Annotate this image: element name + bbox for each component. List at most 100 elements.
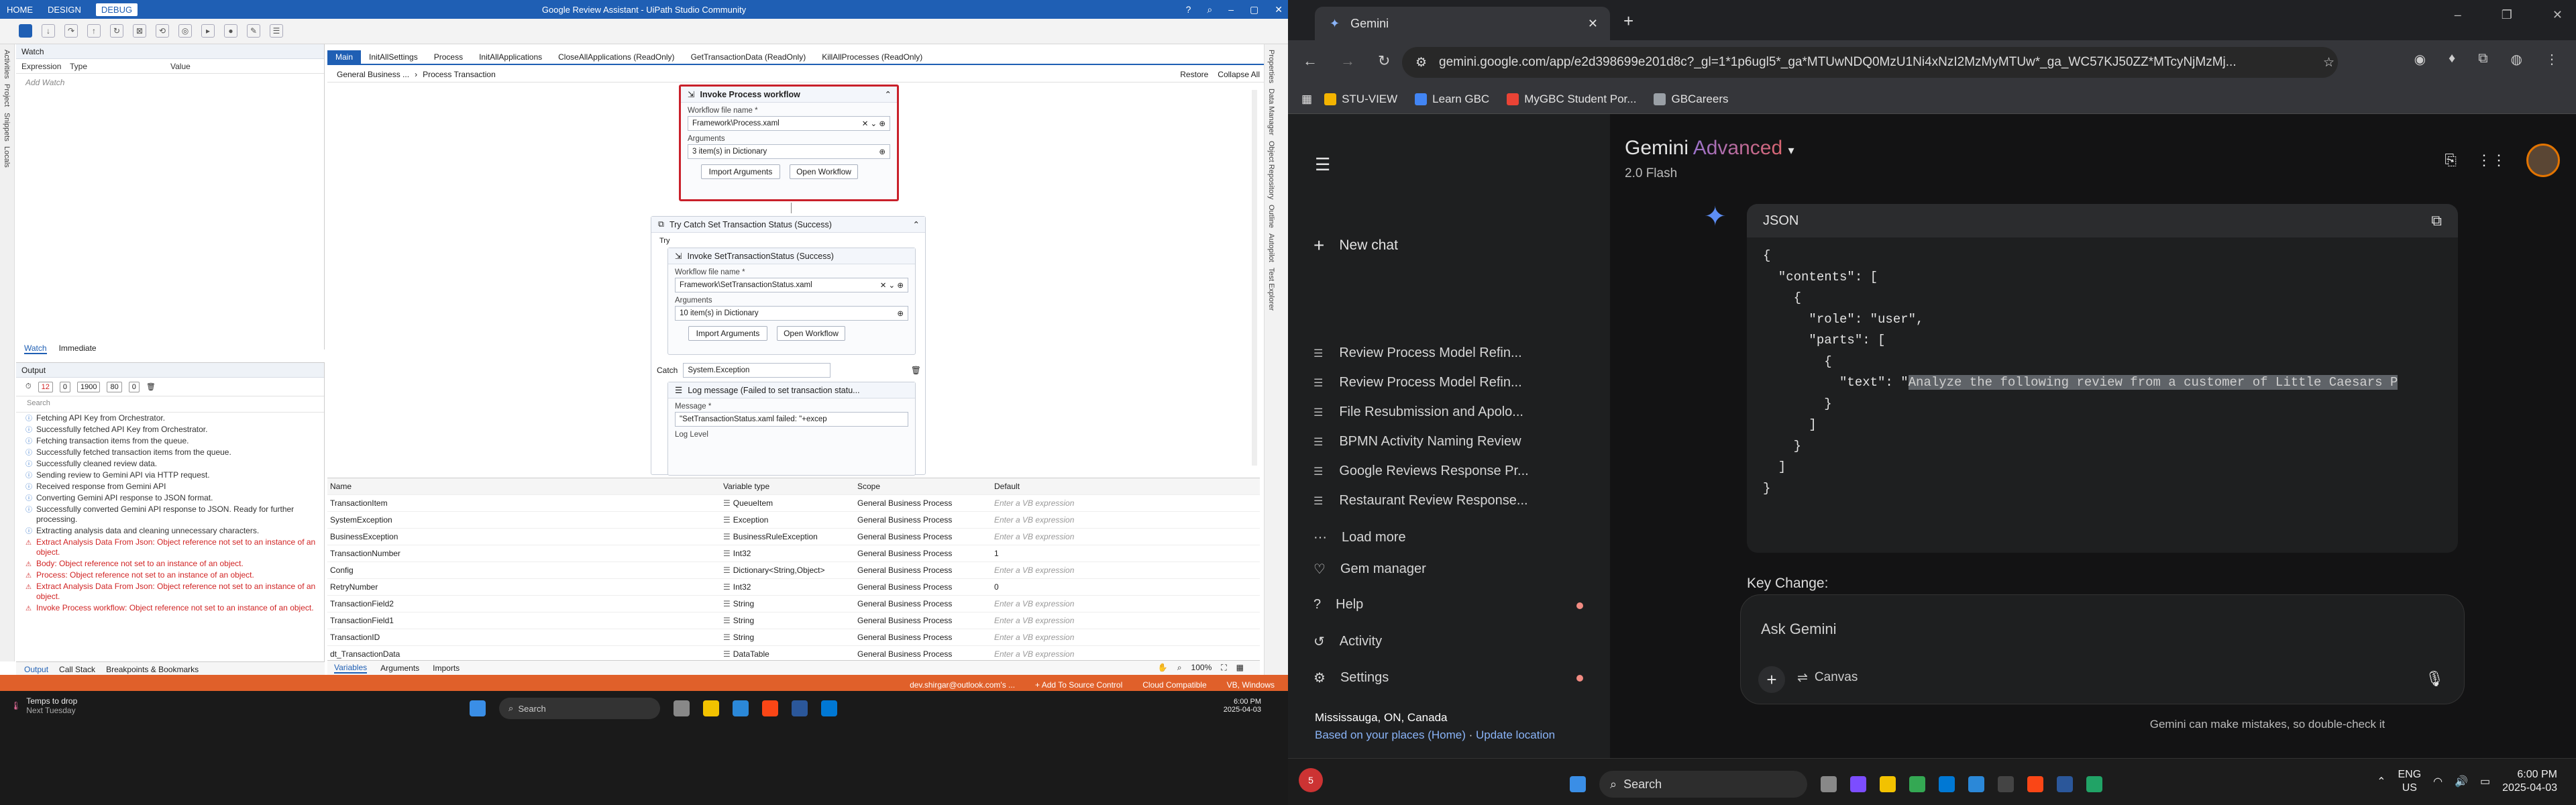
back-icon[interactable]: ← [1303, 52, 1318, 70]
exception-select[interactable]: System.Exception [683, 363, 831, 378]
variable-default[interactable]: Enter a VB expression [991, 633, 1260, 642]
gem-manager-button[interactable]: ♡ Gem manager [1313, 561, 1426, 578]
recent-chat-item[interactable]: ☰ File Resubmission and Apolo... [1313, 405, 1523, 420]
tab-variables[interactable]: Variables [334, 663, 368, 674]
word-icon[interactable] [792, 700, 808, 716]
cloud-compat-status[interactable]: Cloud Compatible [1142, 680, 1206, 690]
clock[interactable]: 6:00 PM 2025-04-03 [2502, 768, 2557, 795]
warning-filter[interactable]: 0 [59, 381, 70, 392]
menu-debug[interactable]: DEBUG [95, 3, 138, 16]
tab-breakpoints[interactable]: Breakpoints & Bookmarks [106, 665, 199, 674]
based-on-link[interactable]: Based on your places (Home) [1315, 729, 1466, 741]
tab-gemini[interactable]: ✦ Gemini ✕ [1315, 7, 1610, 40]
arguments-input[interactable]: 10 item(s) in Dictionary ⊕ [675, 306, 908, 321]
tab-output[interactable]: Output [24, 665, 48, 674]
variable-name[interactable]: SystemException [327, 515, 723, 525]
language-indicator[interactable]: ENG US [2398, 768, 2421, 795]
search-icon[interactable]: ⌕ [1207, 4, 1212, 15]
reload-icon[interactable]: ↻ [1378, 52, 1390, 70]
crumb-general[interactable]: General Business ... [337, 70, 409, 79]
workflow-file-input[interactable]: Framework\SetTransactionStatus.xaml ✕ ⌄ ⊕ [675, 278, 908, 292]
zoom-level[interactable]: 100% [1191, 663, 1212, 673]
load-more-button[interactable]: ··· Load more [1313, 530, 1406, 545]
tab-watch[interactable]: Watch [24, 343, 47, 354]
variable-scope[interactable]: General Business Process [857, 566, 991, 575]
side-tab-snippets[interactable]: Snippets [3, 113, 11, 142]
model-switcher[interactable]: Gemini Advanced ▾ [1625, 137, 1794, 160]
side-tab-activities[interactable]: Activities [3, 50, 11, 78]
variable-type[interactable]: ☰ String [723, 616, 857, 625]
variable-row[interactable]: TransactionField1 ☰ String General Business… [327, 612, 1260, 629]
error-filter[interactable]: 12 [38, 381, 53, 392]
recent-chat-item[interactable]: ☰ BPMN Activity Naming Review [1313, 434, 1521, 449]
variable-type[interactable]: ☰ Int32 [723, 582, 857, 592]
log-icon[interactable]: ☰ [270, 24, 283, 38]
variable-type[interactable]: ☰ BusinessRuleException [723, 532, 857, 541]
variable-scope[interactable]: General Business Process [857, 599, 991, 608]
canvas-button[interactable]: ⇌ Canvas [1797, 670, 1858, 686]
variable-name[interactable]: RetryNumber [327, 582, 723, 592]
source-control-button[interactable]: + Add To Source Control [1035, 680, 1122, 690]
recent-chat-item[interactable]: ☰ Restaurant Review Response... [1313, 493, 1528, 508]
variable-type[interactable]: ☰ Dictionary<String,Object> [723, 566, 857, 575]
forward-icon[interactable]: → [1340, 52, 1355, 70]
variable-type[interactable]: ☰ String [723, 633, 857, 642]
message-input[interactable]: "SetTransactionStatus.xaml failed: "+exc… [675, 412, 908, 427]
doc-tab-main[interactable]: Main [327, 50, 362, 64]
step-over-icon[interactable]: ↷ [64, 24, 78, 38]
side-tab-properties[interactable]: Properties [1267, 50, 1275, 83]
variable-name[interactable]: TransactionID [327, 633, 723, 642]
add-watch[interactable]: Add Watch [16, 74, 324, 91]
variable-type[interactable]: ☰ Int32 [723, 549, 857, 558]
variable-row[interactable]: BusinessException ☰ BusinessRuleException G… [327, 529, 1260, 545]
variable-default[interactable]: Enter a VB expression [991, 532, 1260, 541]
doc-tab-initallapplications[interactable]: InitAllApplications [471, 50, 550, 64]
variable-name[interactable]: Config [327, 566, 723, 575]
extensions-puzzle-icon[interactable]: ⧉ [2478, 51, 2487, 68]
fit-icon[interactable]: ⛶ [1221, 663, 1226, 673]
bookmark-item[interactable]: MyGBC Student Por... [1507, 93, 1636, 106]
variable-default[interactable]: 1 [991, 549, 1260, 558]
overview-icon[interactable]: ▦ [1236, 663, 1244, 673]
windows-start-icon[interactable] [1570, 776, 1586, 792]
variable-scope[interactable]: General Business Process [857, 582, 991, 592]
wifi-icon[interactable]: ◠ [2433, 775, 2443, 788]
variable-row[interactable]: RetryNumber ☰ Int32 General Business Proces… [327, 579, 1260, 596]
bookmark-item[interactable]: GBCareers [1654, 93, 1729, 106]
task-view-icon[interactable] [1821, 776, 1837, 792]
clock[interactable]: 6:00 PM 2025-04-03 [1224, 698, 1261, 714]
apps-grid-icon[interactable]: ⋮⋮ [2477, 152, 2506, 169]
uipath-icon[interactable] [762, 700, 778, 716]
pan-icon[interactable]: ✋ [1158, 663, 1168, 673]
variable-default[interactable]: Enter a VB expression [991, 599, 1260, 608]
tab-imports[interactable]: Imports [433, 663, 460, 673]
site-info-icon[interactable]: ⚙ [1415, 55, 1427, 70]
variable-name[interactable]: TransactionField2 [327, 599, 723, 608]
ignore-icon[interactable]: ⊠ [133, 24, 146, 38]
collapse-icon[interactable]: ⌃ [913, 219, 920, 229]
variable-row[interactable]: TransactionField2 ☰ String General Business… [327, 596, 1260, 612]
restart-icon[interactable]: ⟲ [156, 24, 169, 38]
try-catch-activity[interactable]: ⧉ Try Catch Set Transaction Status (Succe… [651, 216, 926, 476]
variable-default[interactable]: Enter a VB expression [991, 498, 1260, 508]
doc-tab-closeallapplications[interactable]: CloseAllApplications (ReadOnly) [550, 50, 682, 64]
help-button[interactable]: ? Help [1313, 597, 1363, 612]
extension-icon[interactable]: ♦ [2449, 51, 2455, 68]
outlook-icon[interactable] [733, 700, 749, 716]
vscode-icon[interactable] [821, 700, 837, 716]
invoke-status-activity[interactable]: ⇲ Invoke SetTransactionStatus (Success) W… [667, 248, 916, 355]
variable-row[interactable]: SystemException ☰ Exception General Busines… [327, 512, 1260, 529]
update-location-link[interactable]: Update location [1476, 729, 1555, 741]
copilot-icon[interactable] [1850, 776, 1866, 792]
variable-type[interactable]: ☰ Exception [723, 515, 857, 525]
designer-scrollbar[interactable] [1252, 90, 1257, 466]
recent-chat-item[interactable]: ☰ Review Process Model Refin... [1313, 375, 1522, 390]
log-message-activity[interactable]: ☰ Log message (Failed to set transaction … [667, 382, 916, 476]
variable-default[interactable]: Enter a VB expression [991, 616, 1260, 625]
taskbar-search[interactable]: ⌕ Search [499, 698, 660, 719]
side-tab-outline[interactable]: Outline [1267, 205, 1275, 228]
file-explorer-icon[interactable] [1880, 776, 1896, 792]
variable-default[interactable]: Enter a VB expression [991, 515, 1260, 525]
minimize-icon[interactable]: – [2455, 8, 2461, 22]
variable-scope[interactable]: General Business Process [857, 532, 991, 541]
